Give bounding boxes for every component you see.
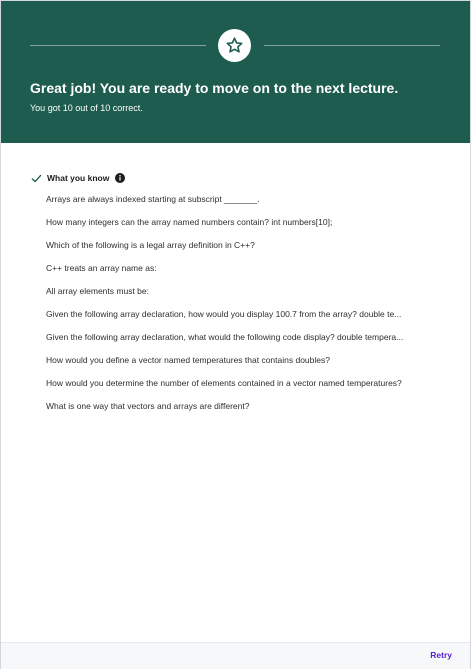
footer-bar: Retry [1, 642, 470, 669]
question-item: How would you define a vector named temp… [46, 355, 330, 365]
divider-right [264, 45, 440, 46]
what-you-know-header: What you know [31, 171, 126, 185]
result-title: Great job! You are ready to move on to t… [30, 80, 399, 96]
question-item: How would you determine the number of el… [46, 378, 402, 388]
star-badge [218, 29, 251, 62]
star-icon [226, 37, 243, 53]
section-title: What you know [47, 173, 110, 183]
question-item: All array elements must be: [46, 286, 149, 296]
check-icon [31, 173, 42, 184]
divider-left [30, 45, 206, 46]
question-item: How many integers can the array named nu… [46, 217, 333, 227]
score-text: You got 10 out of 10 correct. [30, 103, 143, 113]
question-item: What is one way that vectors and arrays … [46, 401, 250, 411]
question-list: Arrays are always indexed starting at su… [46, 192, 442, 422]
retry-button[interactable]: Retry [430, 650, 452, 660]
question-item: C++ treats an array name as: [46, 263, 157, 273]
quiz-result-panel: Great job! You are ready to move on to t… [0, 0, 471, 669]
question-item: Given the following array declaration, h… [46, 309, 402, 319]
question-item: Arrays are always indexed starting at su… [46, 194, 260, 204]
question-item: Given the following array declaration, w… [46, 332, 404, 342]
info-icon[interactable] [115, 173, 126, 183]
result-banner: Great job! You are ready to move on to t… [1, 1, 470, 143]
question-item: Which of the following is a legal array … [46, 240, 255, 250]
